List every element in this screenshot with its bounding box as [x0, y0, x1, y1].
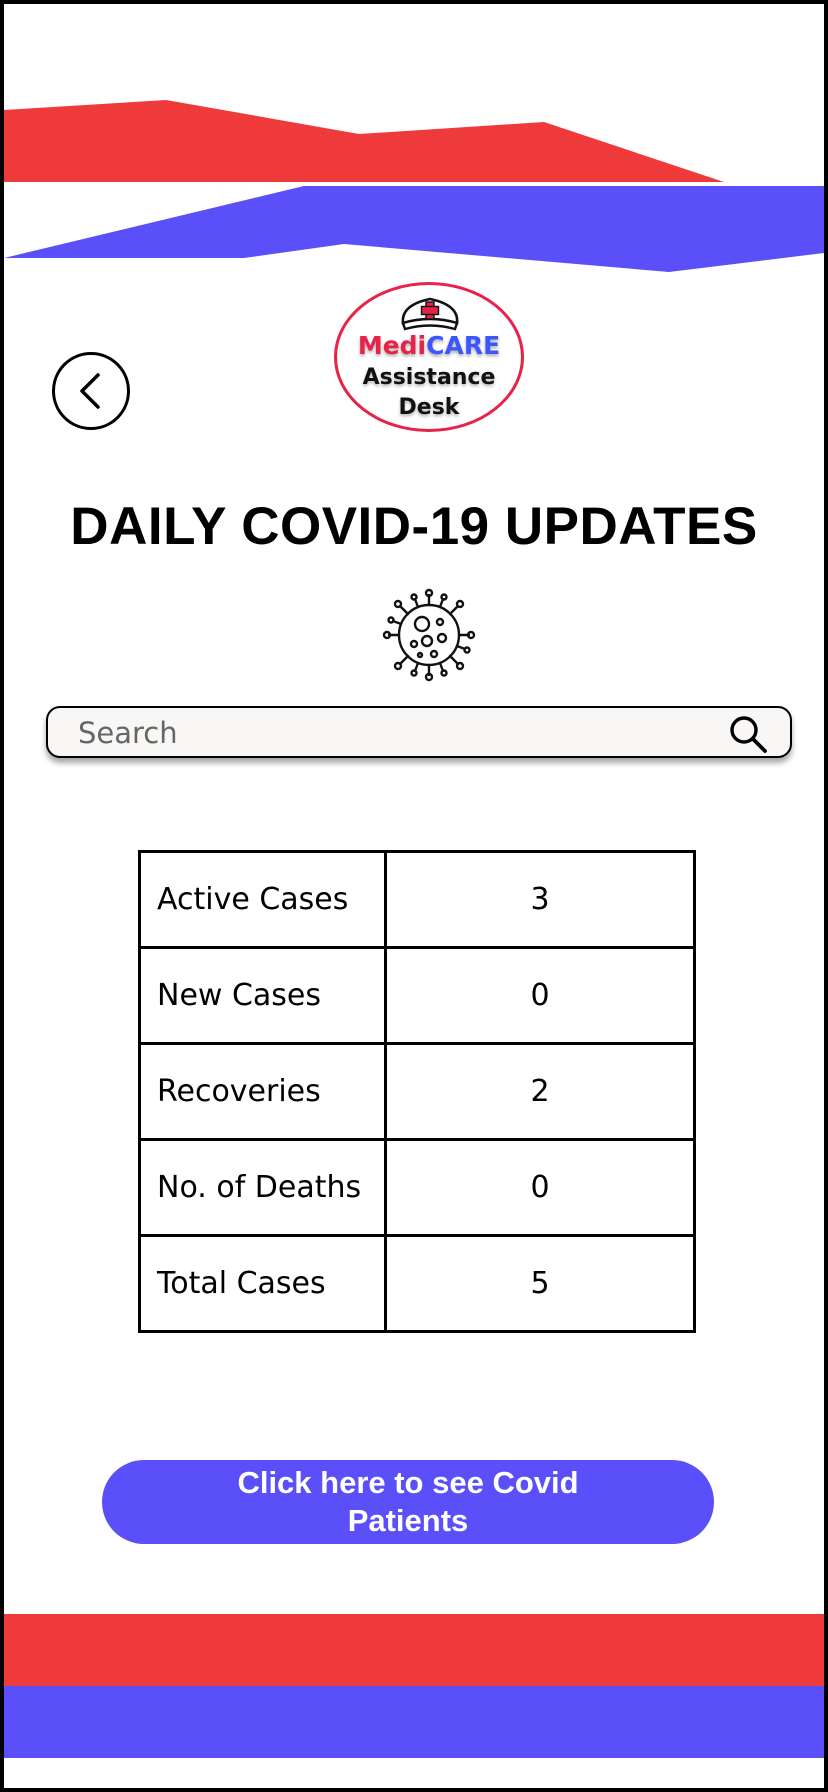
search-icon[interactable]: [728, 714, 768, 754]
search-bar: [46, 706, 792, 758]
logo-brand-care: CARE: [426, 331, 501, 360]
stat-value: 0: [384, 1138, 696, 1237]
stat-label: Active Cases: [138, 850, 387, 949]
virus-icon: [382, 588, 476, 682]
search-input[interactable]: [78, 714, 718, 752]
table-row: Active Cases 3: [138, 850, 696, 949]
back-button[interactable]: [52, 352, 130, 430]
chevron-left-icon: [80, 373, 100, 409]
stat-label: Recoveries: [138, 1042, 387, 1141]
table-row: Total Cases 5: [138, 1234, 696, 1333]
logo-subtitle: Assistance Desk: [337, 363, 521, 423]
see-covid-patients-button[interactable]: Click here to see Covid Patients: [102, 1460, 714, 1544]
app-screen: MediCARE Assistance Desk DAILY COVID-19 …: [0, 0, 828, 1792]
logo-line-assistance: Assistance: [362, 365, 496, 390]
bottom-blue-stripe: [4, 1686, 824, 1758]
stat-label: No. of Deaths: [138, 1138, 387, 1237]
covid-stats-table: Active Cases 3 New Cases 0 Recoveries 2 …: [138, 850, 696, 1333]
logo-brand-name: MediCARE: [337, 331, 521, 360]
logo-brand-medi: Medi: [357, 331, 427, 360]
stat-value: 0: [384, 946, 696, 1045]
table-row: Recoveries 2: [138, 1042, 696, 1141]
stat-value: 3: [384, 850, 696, 949]
top-decorative-stripes: [4, 100, 824, 272]
stat-value: 5: [384, 1234, 696, 1333]
stat-value: 2: [384, 1042, 696, 1141]
medicare-logo: MediCARE Assistance Desk: [334, 282, 524, 432]
top-red-stripe: [4, 100, 724, 182]
table-row: New Cases 0: [138, 946, 696, 1045]
stat-label: New Cases: [138, 946, 387, 1045]
bottom-red-stripe: [4, 1614, 824, 1690]
logo-line-desk: Desk: [398, 395, 460, 420]
top-blue-stripe: [4, 186, 824, 272]
stat-label: Total Cases: [138, 1234, 387, 1333]
page-title: DAILY COVID-19 UPDATES: [70, 497, 758, 556]
table-row: No. of Deaths 0: [138, 1138, 696, 1237]
nurse-cap-icon: [401, 297, 459, 331]
